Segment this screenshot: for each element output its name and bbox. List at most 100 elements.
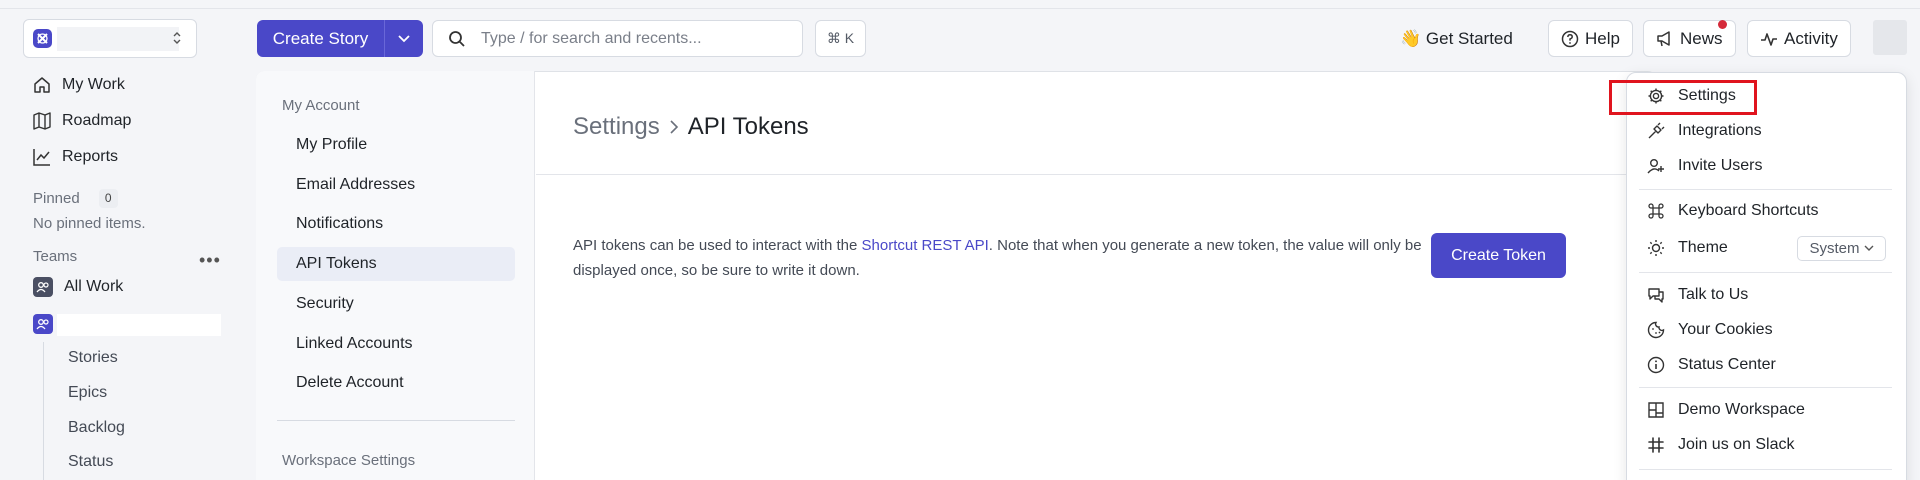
sidebar-item-label: Roadmap (62, 112, 132, 129)
team-sub-item-epics[interactable]: Epics (68, 384, 107, 402)
menu-item-keyboard-shortcuts[interactable]: Keyboard Shortcuts (1647, 198, 1819, 224)
menu-item-invite-users[interactable]: Invite Users (1647, 153, 1762, 179)
sidebar-item-all-work[interactable]: All Work (33, 277, 123, 297)
menu-item-talk-to-us[interactable]: Talk to Us (1647, 282, 1748, 308)
menu-item-status-center[interactable]: Status Center (1647, 352, 1776, 378)
chart-icon (33, 148, 51, 166)
map-icon (33, 112, 51, 130)
menu-item-label: Invite Users (1678, 157, 1763, 174)
workspace-logo-icon (33, 29, 52, 48)
menu-item-label: Keyboard Shortcuts (1678, 202, 1819, 219)
menu-item-integrations[interactable]: Integrations (1647, 118, 1762, 144)
search-box[interactable] (432, 20, 803, 57)
settings-section-workspace: Workspace Settings (282, 452, 416, 469)
menu-item-label: Theme (1678, 239, 1728, 256)
create-story-split-button: Create Story (257, 20, 423, 57)
breadcrumb-settings[interactable]: Settings (573, 113, 660, 141)
search-icon (448, 30, 466, 48)
theme-select-value: System (1809, 240, 1860, 257)
menu-item-join-slack[interactable]: Join us on Slack (1647, 432, 1795, 458)
sidebar-item-roadmap[interactable]: Roadmap (33, 112, 131, 130)
settings-nav-notifications[interactable]: Notifications (296, 215, 383, 233)
sidebar-item-label: Reports (62, 148, 119, 165)
activity-pulse-icon (1760, 30, 1778, 48)
team-icon (33, 314, 53, 334)
pinned-empty-text: No pinned items. (33, 215, 146, 232)
slack-icon (1647, 436, 1665, 454)
header-divider (536, 174, 1655, 175)
info-icon (1647, 356, 1665, 374)
menu-item-label: Integrations (1678, 122, 1762, 139)
chevron-down-icon (1864, 245, 1873, 251)
user-plus-icon (1647, 157, 1665, 175)
api-tokens-description: API tokens can be used to interact with … (573, 233, 1423, 283)
tree-guide-line (43, 342, 44, 480)
settings-nav-security[interactable]: Security (296, 295, 354, 313)
team-sub-item-backlog[interactable]: Backlog (68, 419, 125, 437)
settings-nav-delete-account[interactable]: Delete Account (296, 374, 404, 392)
team-sub-item-stories[interactable]: Stories (68, 349, 118, 367)
team-sub-item-status[interactable]: Status (68, 453, 113, 471)
news-unread-badge (1717, 20, 1727, 29)
menu-item-your-cookies[interactable]: Your Cookies (1647, 317, 1773, 343)
workspace-switcher[interactable] (23, 19, 197, 58)
chat-icon (1647, 286, 1665, 304)
rest-api-link[interactable]: Shortcut REST API (862, 237, 989, 254)
search-input[interactable] (481, 21, 781, 56)
menu-divider (1639, 387, 1892, 388)
settings-nav-divider (277, 420, 515, 421)
settings-section-my-account: My Account (282, 97, 360, 114)
menu-item-label: Status Center (1678, 356, 1776, 373)
sidebar-item-my-work[interactable]: My Work (33, 76, 125, 94)
menu-item-theme: Theme (1647, 235, 1728, 261)
help-circle-icon (1561, 30, 1579, 48)
home-icon (33, 76, 51, 94)
sidebar-item-team[interactable] (33, 314, 53, 334)
menu-item-label: Demo Workspace (1678, 401, 1805, 418)
settings-nav-email-addresses[interactable]: Email Addresses (296, 176, 415, 194)
activity-label: Activity (1784, 28, 1838, 48)
settings-nav-my-profile[interactable]: My Profile (296, 136, 367, 154)
activity-button[interactable]: Activity (1747, 20, 1851, 57)
create-story-button[interactable]: Create Story (257, 20, 385, 57)
help-button[interactable]: Help (1548, 20, 1633, 57)
menu-divider (1639, 272, 1892, 273)
menu-item-demo-workspace[interactable]: Demo Workspace (1647, 397, 1805, 423)
workspace-name-redacted (57, 27, 179, 51)
chevron-right-icon (669, 119, 679, 135)
teams-more-icon[interactable]: ••• (199, 250, 221, 271)
create-story-dropdown-button[interactable] (385, 20, 423, 57)
layout-icon (1647, 401, 1665, 419)
settings-nav-api-tokens[interactable]: API Tokens (296, 255, 377, 273)
menu-divider (1639, 189, 1892, 190)
top-border (0, 0, 1920, 9)
news-label: News (1680, 28, 1723, 48)
search-shortcut-hint[interactable]: ⌘ K (815, 20, 866, 57)
page-title: API Tokens (687, 113, 809, 140)
sidebar-item-reports[interactable]: Reports (33, 148, 118, 166)
pinned-count-badge: 0 (98, 189, 118, 208)
description-text: API tokens can be used to interact with … (573, 237, 862, 254)
team-icon (33, 277, 53, 297)
menu-item-label: Join us on Slack (1678, 436, 1795, 453)
help-label: Help (1585, 28, 1620, 48)
create-token-button[interactable]: Create Token (1431, 233, 1566, 278)
megaphone-icon (1656, 30, 1674, 48)
get-started-label: 👋 Get Started (1400, 28, 1513, 48)
menu-item-label: Your Cookies (1678, 321, 1773, 338)
chevron-down-icon (398, 34, 410, 42)
theme-select[interactable]: System (1797, 236, 1886, 261)
menu-item-label: Talk to Us (1678, 286, 1749, 303)
plug-icon (1647, 122, 1665, 140)
get-started-button[interactable]: 👋 Get Started (1400, 20, 1513, 57)
settings-highlight-box (1609, 80, 1757, 115)
sun-icon (1647, 239, 1665, 257)
command-icon (1647, 202, 1665, 220)
user-avatar[interactable] (1873, 20, 1907, 55)
news-button[interactable]: News (1643, 20, 1736, 57)
menu-divider (1639, 469, 1892, 470)
sidebar-item-label: All Work (64, 278, 124, 295)
cookie-icon (1647, 321, 1665, 339)
settings-nav-linked-accounts[interactable]: Linked Accounts (296, 335, 413, 353)
pinned-section-header: Pinned 0 (33, 189, 118, 208)
